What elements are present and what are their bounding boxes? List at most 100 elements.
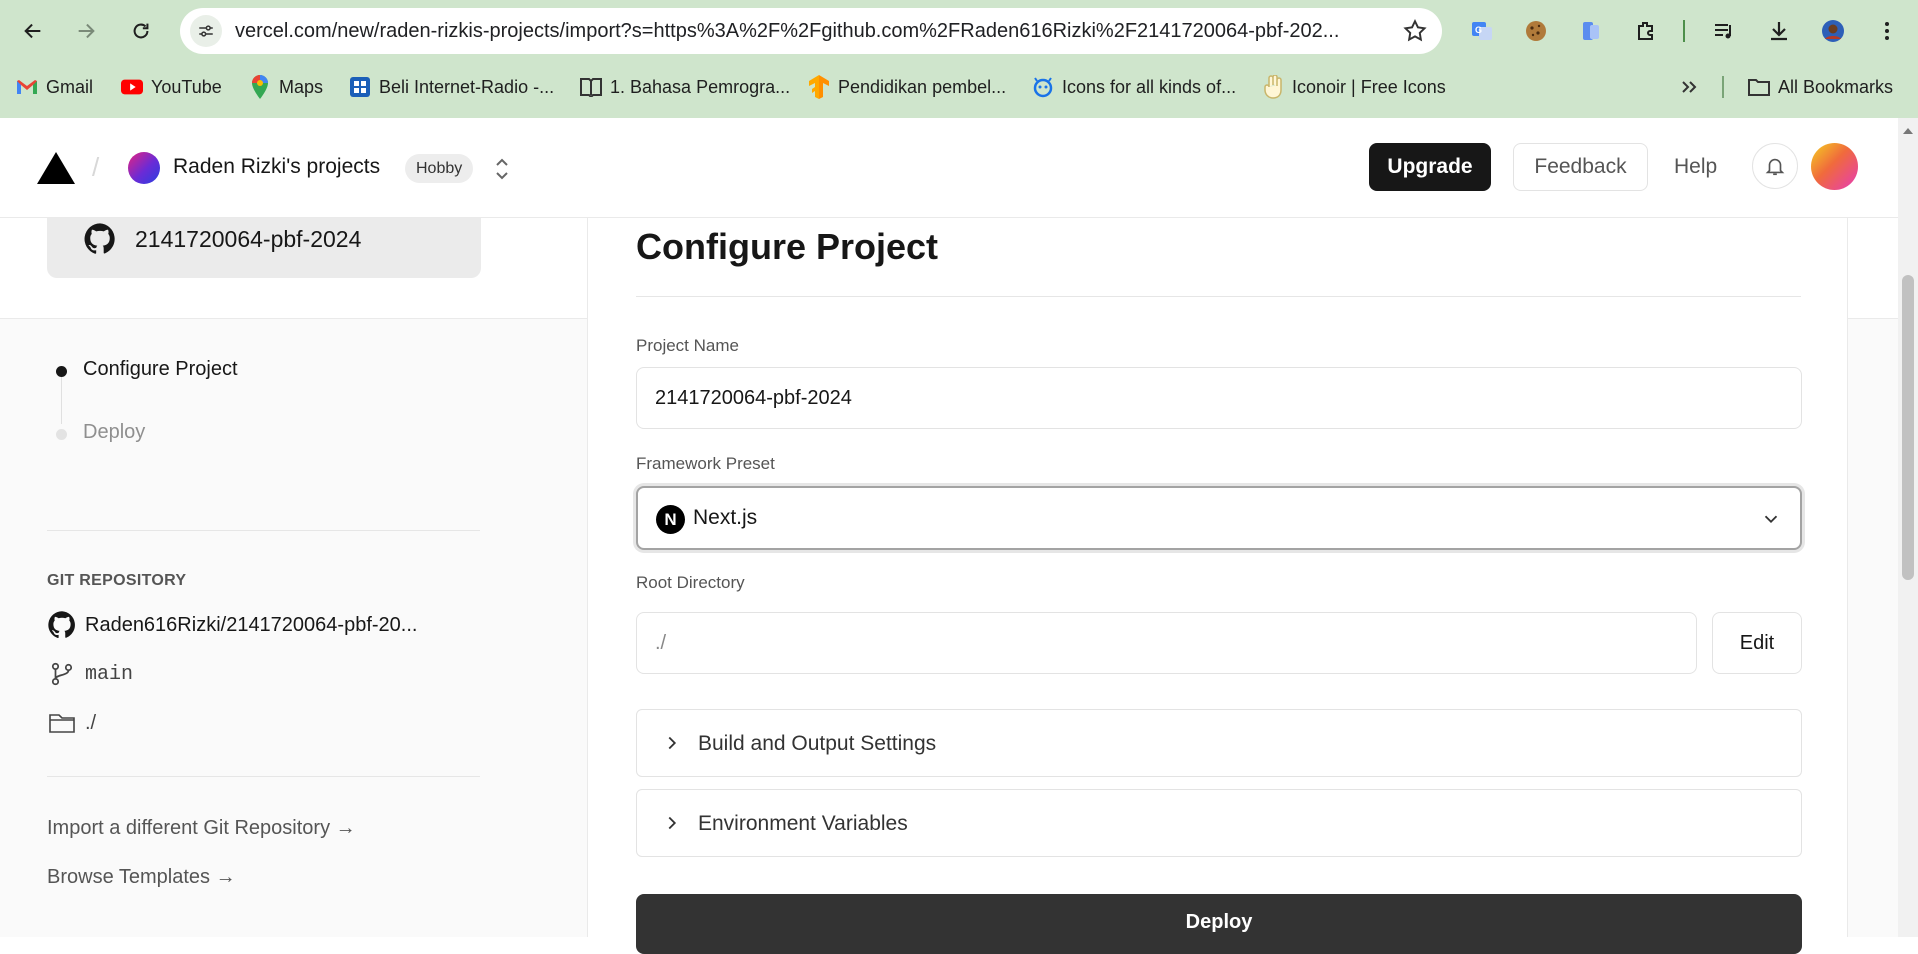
app-header: / Raden Rizki's projects Hobby Upgrade F…: [0, 118, 1898, 218]
browse-templates-link[interactable]: Browse Templates →: [47, 866, 236, 889]
youtube-icon: [121, 76, 143, 98]
bell-icon: [1765, 158, 1785, 176]
profile-avatar-icon[interactable]: [1816, 14, 1850, 48]
project-name-label: Project Name: [636, 336, 739, 355]
build-output-settings-label: Build and Output Settings: [698, 732, 937, 755]
feedback-button[interactable]: Feedback: [1513, 143, 1648, 191]
page-title: Configure Project: [636, 226, 939, 267]
vercel-logo-icon[interactable]: [37, 152, 75, 184]
bookmark-youtube[interactable]: YouTube: [121, 74, 222, 100]
git-repo-row: Raden616Rizki/2141720064-pbf-20...: [47, 610, 417, 640]
bookmarks-overflow-button[interactable]: [1678, 74, 1700, 100]
import-different-repo-link[interactable]: Import a different Git Repository →: [47, 817, 356, 840]
team-name[interactable]: Raden Rizki's projects: [173, 155, 380, 179]
maps-icon: [249, 75, 271, 99]
step-deploy: Deploy: [83, 421, 146, 443]
chevron-right-icon: [668, 816, 677, 830]
bookmark-icons[interactable]: Icons for all kinds of...: [1032, 74, 1236, 100]
environment-variables-toggle[interactable]: Environment Variables: [636, 789, 1802, 857]
step-configure-project: Configure Project: [83, 358, 238, 380]
root-directory-input[interactable]: ./: [636, 612, 1697, 674]
framework-preset-select[interactable]: N Next.js: [636, 486, 1802, 550]
all-bookmarks-button[interactable]: All Bookmarks: [1748, 74, 1893, 100]
media-queue-icon[interactable]: [1707, 14, 1741, 48]
folder-icon: [1748, 76, 1770, 98]
store-icon: [349, 76, 371, 98]
git-repository-heading: GIT REPOSITORY: [47, 572, 187, 589]
translate-extension-icon[interactable]: G: [1465, 14, 1499, 48]
steps-connector: [61, 372, 62, 424]
device-extension-icon[interactable]: [1574, 14, 1608, 48]
team-switcher-chevrons-icon[interactable]: [490, 156, 514, 182]
bookmark-star-icon[interactable]: [1402, 18, 1428, 44]
step-dot-inactive: [56, 429, 67, 440]
reload-button[interactable]: [123, 13, 159, 49]
url-text: vercel.com/new/raden-rizkis-projects/imp…: [235, 20, 1340, 42]
help-link[interactable]: Help: [1674, 155, 1717, 179]
repo-card-title: 2141720064-pbf-2024: [135, 226, 362, 252]
step-dot-active: [56, 366, 67, 377]
browser-menu-icon[interactable]: [1870, 14, 1904, 48]
chevron-down-icon: [1764, 515, 1778, 524]
bookmark-bahasa[interactable]: 1. Bahasa Pemrogra...: [580, 74, 790, 100]
scrollbar-thumb[interactable]: [1902, 275, 1914, 580]
svg-text:G: G: [1475, 25, 1482, 35]
breadcrumb-separator: /: [92, 152, 100, 182]
chevron-double-right-icon: [1678, 76, 1700, 98]
bookmark-maps[interactable]: Maps: [249, 74, 323, 100]
address-bar[interactable]: vercel.com/new/raden-rizkis-projects/imp…: [180, 8, 1442, 54]
bookmark-iconoir[interactable]: Iconoir | Free Icons: [1262, 74, 1446, 100]
chevron-right-icon: [668, 736, 677, 750]
git-branch-name: main: [85, 662, 134, 686]
notifications-button[interactable]: [1752, 143, 1798, 189]
edit-root-directory-button[interactable]: Edit: [1712, 612, 1802, 674]
cookie-extension-icon[interactable]: [1519, 14, 1553, 48]
git-branch-icon: [47, 659, 77, 689]
bookmarks-separator: [1722, 76, 1724, 98]
page-body: 2141720064-pbf-2024 Configure Project De…: [0, 218, 1898, 954]
title-divider: [636, 296, 1801, 297]
root-directory-label: Root Directory: [636, 573, 745, 592]
forward-button[interactable]: [68, 13, 104, 49]
nextjs-icon: N: [656, 505, 685, 534]
site-settings-icon[interactable]: [190, 15, 222, 47]
tensorflow-icon: [808, 75, 830, 99]
browser-chrome: vercel.com/new/raden-rizkis-projects/imp…: [0, 0, 1918, 118]
hand-icon: [1262, 75, 1284, 99]
page-scrollbar[interactable]: [1898, 118, 1918, 937]
bookmark-pendidikan[interactable]: Pendidikan pembel...: [808, 74, 1006, 100]
github-icon: [47, 610, 77, 640]
configure-project-card: Configure Project Project Name 214172006…: [587, 218, 1848, 954]
back-button[interactable]: [15, 13, 51, 49]
repo-card: 2141720064-pbf-2024: [47, 218, 481, 278]
gmail-icon: [16, 76, 38, 98]
github-icon: [84, 223, 115, 254]
git-repo-link[interactable]: Raden616Rizki/2141720064-pbf-20...: [85, 614, 417, 637]
bookmarks-bar: Gmail YouTube Maps Beli Internet-Radio -…: [0, 70, 1918, 104]
project-name-input[interactable]: 2141720064-pbf-2024: [636, 367, 1802, 429]
user-avatar[interactable]: [1811, 143, 1858, 190]
bookmark-radio[interactable]: Beli Internet-Radio -...: [349, 74, 554, 100]
sidebar-divider: [47, 530, 480, 531]
book-icon: [580, 76, 602, 98]
git-directory-row: ./: [47, 708, 96, 738]
git-branch-row: main: [47, 659, 133, 689]
scroll-up-arrow-icon[interactable]: [1903, 128, 1913, 134]
plan-badge: Hobby: [405, 154, 474, 183]
team-avatar[interactable]: [128, 152, 160, 184]
deploy-button[interactable]: Deploy: [636, 894, 1802, 954]
extensions-puzzle-icon[interactable]: [1629, 14, 1663, 48]
icon-site-icon: [1032, 76, 1054, 98]
arrow-left-icon: [24, 23, 41, 39]
toolbar-separator: [1683, 20, 1685, 42]
reload-icon: [133, 23, 149, 39]
bookmark-gmail[interactable]: Gmail: [16, 74, 93, 100]
sidebar-divider: [47, 776, 480, 777]
git-directory-path: ./: [85, 711, 97, 734]
downloads-icon[interactable]: [1762, 14, 1796, 48]
upgrade-button[interactable]: Upgrade: [1369, 143, 1491, 191]
environment-variables-label: Environment Variables: [698, 812, 908, 835]
build-output-settings-toggle[interactable]: Build and Output Settings: [636, 709, 1802, 777]
arrow-right-icon: [78, 23, 95, 39]
folder-icon: [47, 708, 77, 738]
